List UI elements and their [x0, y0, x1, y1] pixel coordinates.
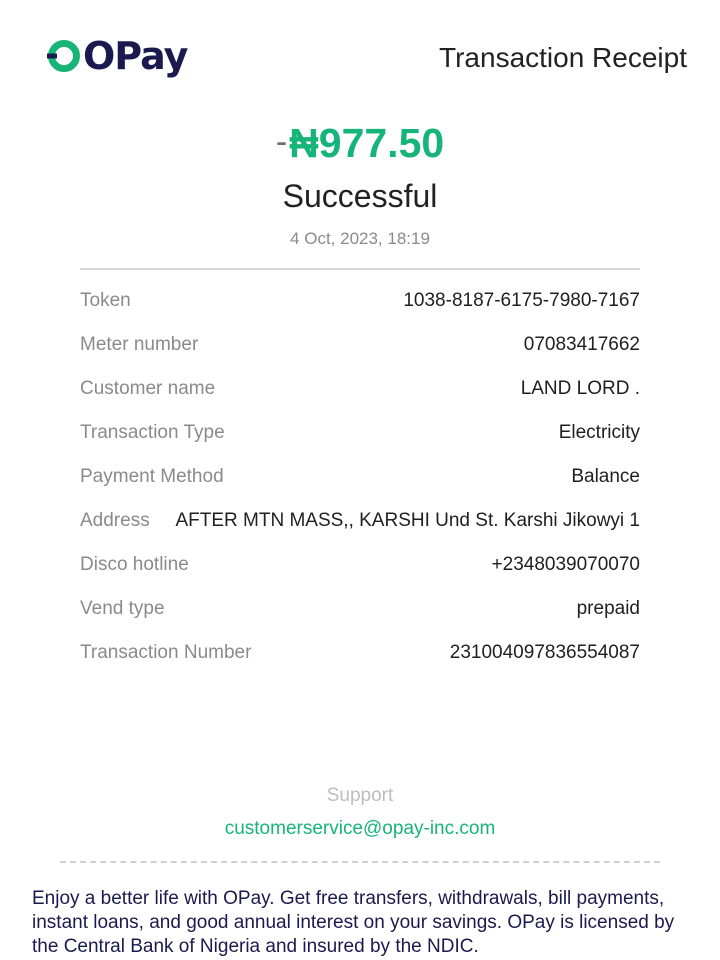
detail-label: Vend type: [80, 598, 165, 619]
detail-row-disco-hotline: Disco hotline +2348039070070: [80, 543, 640, 587]
opay-o-icon: [47, 40, 80, 72]
detail-value: Balance: [571, 466, 640, 487]
detail-row-address: Address AFTER MTN MASS,, KARSHI Und St. …: [80, 499, 640, 543]
detail-value: prepaid: [576, 598, 640, 619]
amount-value: ₦977.50: [289, 120, 445, 166]
transaction-details: Token 1038-8187-6175-7980-7167 Meter num…: [80, 279, 640, 675]
detail-row-payment-method: Payment Method Balance: [80, 455, 640, 499]
footer-disclaimer: Enjoy a better life with OPay. Get free …: [32, 888, 675, 957]
detail-label: Meter number: [80, 334, 199, 355]
detail-label: Transaction Type: [80, 422, 225, 443]
detail-row-transaction-type: Transaction Type Electricity: [80, 411, 640, 455]
detail-row-customer-name: Customer name LAND LORD .: [80, 367, 640, 411]
support-email-link[interactable]: customerservice@opay-inc.com: [0, 817, 720, 841]
detail-row-vend-type: Vend type prepaid: [80, 587, 640, 631]
detail-row-token: Token 1038-8187-6175-7980-7167: [80, 279, 640, 323]
page-title: Transaction Receipt: [439, 42, 687, 73]
detail-value: +2348039070070: [491, 554, 640, 575]
detail-value: AFTER MTN MASS,, KARSHI Und St. Karshi J…: [175, 510, 640, 531]
detail-label: Customer name: [80, 378, 216, 399]
detail-value: Electricity: [558, 422, 640, 443]
detail-row-meter-number: Meter number 07083417662: [80, 323, 640, 367]
dashed-divider: [60, 861, 660, 863]
opay-logo: OPay: [47, 34, 188, 78]
transaction-datetime: 4 Oct, 2023, 18:19: [290, 229, 430, 248]
divider: [80, 268, 640, 270]
transaction-status: Successful: [282, 178, 438, 214]
support-label: Support: [326, 785, 394, 806]
detail-label: Payment Method: [80, 466, 224, 487]
brand-name: OPay: [83, 34, 188, 78]
detail-row-transaction-number: Transaction Number 231004097836554087: [80, 631, 640, 675]
detail-value: LAND LORD .: [520, 378, 640, 399]
transaction-amount: -₦977.50: [0, 116, 720, 179]
detail-label: Disco hotline: [80, 554, 189, 575]
detail-label: Transaction Number: [80, 642, 252, 663]
detail-value: 231004097836554087: [449, 642, 640, 663]
detail-value: 1038-8187-6175-7980-7167: [403, 290, 640, 311]
detail-label: Token: [80, 290, 131, 311]
detail-value: 07083417662: [523, 334, 640, 355]
amount-sign: -: [275, 123, 288, 161]
detail-label: Address: [80, 510, 150, 531]
